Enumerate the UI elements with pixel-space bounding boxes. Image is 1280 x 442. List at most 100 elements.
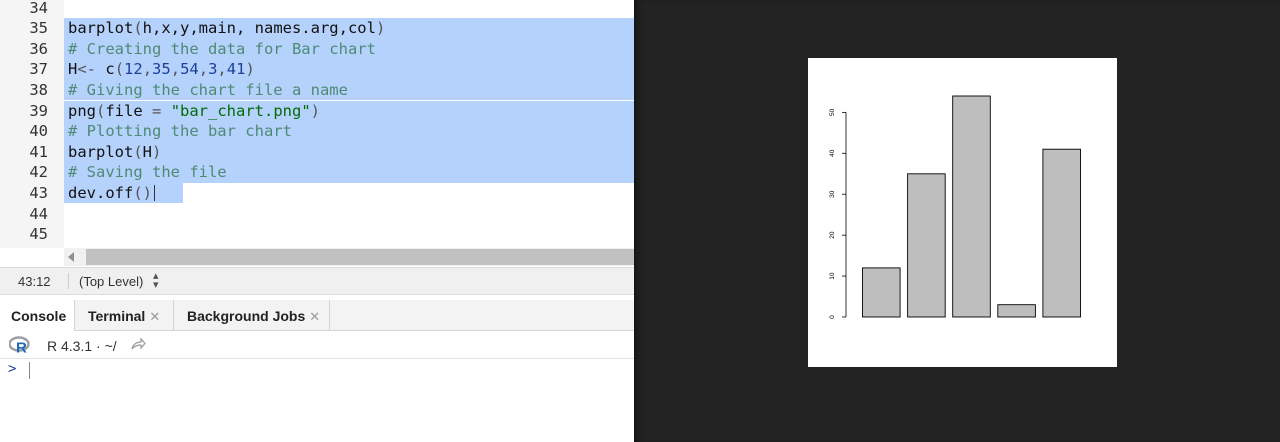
code-line[interactable]: 36 # Creating the data for Bar chart <box>0 38 634 60</box>
code-token: H <box>68 60 78 79</box>
y-tick-label: 20 <box>829 231 836 239</box>
code-text: # Plotting the bar chart <box>68 121 292 142</box>
code-token: # Saving the file <box>68 163 227 182</box>
code-line[interactable]: 37 H<- c(12,35,54,3,41) <box>0 59 634 80</box>
code-token: ( <box>96 101 106 120</box>
code-token: ( <box>133 19 143 38</box>
image-viewer: 0 10 20 30 40 50 <box>634 0 1280 442</box>
code-token: dev.off <box>68 183 134 202</box>
line-number: 39 <box>29 101 48 120</box>
code-token: # Giving the chart file a name <box>68 80 348 99</box>
text-cursor <box>154 185 155 202</box>
scroll-left-arrow-icon[interactable] <box>68 252 74 262</box>
code-token: , <box>142 60 153 79</box>
code-token: = <box>152 101 171 120</box>
code-token: 35 <box>152 60 171 79</box>
up-down-arrows-icon[interactable]: ▴ ▾ <box>153 271 159 291</box>
y-tick-label: 0 <box>829 315 836 319</box>
code-token: ) <box>310 101 321 120</box>
svg-text:R: R <box>16 340 27 355</box>
y-tick-label: 10 <box>829 272 836 280</box>
code-line[interactable]: 35 barplot(h,x,y,main, names.arg,col) <box>0 18 634 39</box>
code-token: ) <box>152 142 162 161</box>
code-line[interactable]: 38 # Giving the chart file a name <box>0 79 634 101</box>
close-icon[interactable]: ✕ <box>149 309 160 324</box>
console-prompt: > <box>8 361 17 377</box>
code-line[interactable]: 43 dev.off() <box>0 182 634 204</box>
code-token: , <box>170 60 181 79</box>
y-tick-label: 50 <box>829 108 836 116</box>
tab-background-jobs-label: Background Jobs <box>187 308 306 324</box>
code-line[interactable]: 40 # Plotting the bar chart <box>0 121 634 142</box>
code-token: , <box>198 60 209 79</box>
tab-terminal[interactable]: Terminal ✕ <box>76 300 174 330</box>
code-token: # Creating the data for Bar chart <box>68 39 376 58</box>
code-text: barplot(H) <box>68 142 161 163</box>
editor-status-bar: 43:12 (Top Level) ▴ ▾ <box>0 267 634 295</box>
console-caret <box>29 362 30 379</box>
bar <box>862 267 901 318</box>
line-number: 43 <box>29 183 48 202</box>
code-text: # Saving the file <box>68 162 227 183</box>
code-text: png(file = "bar_chart.png") <box>68 101 320 122</box>
r-version: R 4.3.1 <box>47 338 93 354</box>
code-token: ( <box>133 142 143 161</box>
code-line[interactable]: 39 png(file = "bar_chart.png") <box>0 100 634 122</box>
code-token: , <box>217 60 227 79</box>
tab-background-jobs[interactable]: Background Jobs ✕ <box>175 300 330 330</box>
close-icon[interactable]: ✕ <box>309 309 320 324</box>
console-output[interactable]: > <box>0 359 634 442</box>
code-token: h,x,y,main, names.arg,col <box>142 19 376 38</box>
code-token: ) <box>245 60 255 79</box>
code-line[interactable]: 42 # Saving the file <box>0 162 634 183</box>
r-logo-icon: R <box>9 336 30 355</box>
code-text: dev.off() <box>68 183 155 204</box>
code-line[interactable]: 45 <box>0 224 634 245</box>
code-token: file <box>105 101 153 120</box>
code-line[interactable]: 41 barplot(H) <box>0 141 634 163</box>
code-token: barplot <box>68 19 134 38</box>
code-line[interactable]: 34 <box>0 0 634 18</box>
working-directory[interactable]: ~/ <box>105 338 117 354</box>
code-token: "bar_chart.png" <box>170 101 311 120</box>
code-text: H<- c(12,35,54,3,41) <box>68 59 255 80</box>
code-token: 41 <box>226 60 246 79</box>
code-token: () <box>133 183 152 202</box>
code-text: barplot(h,x,y,main, names.arg,col) <box>68 18 385 39</box>
line-number: 38 <box>29 80 48 99</box>
bar-chart-image: 0 10 20 30 40 50 <box>808 58 1117 367</box>
console-header: R R 4.3.1 · ~/ <box>0 332 634 359</box>
code-token: 12 <box>124 60 143 79</box>
cursor-position: 43:12 <box>18 274 51 289</box>
bar <box>952 95 991 318</box>
line-number: 34 <box>29 0 48 17</box>
code-editor[interactable]: 34 35 barplot(h,x,y,main, names.arg,col) 36… <box>0 0 634 248</box>
bar <box>907 173 946 318</box>
horizontal-scrollbar[interactable] <box>64 248 634 266</box>
code-text: # Creating the data for Bar chart <box>68 39 376 60</box>
code-token: 54 <box>180 60 199 79</box>
code-token: ) <box>375 19 386 38</box>
y-tick-label: 40 <box>829 149 836 157</box>
code-token: png <box>68 101 96 120</box>
line-number: 40 <box>29 122 48 141</box>
separator-dot: · <box>96 338 101 354</box>
bar <box>997 304 1036 318</box>
scrollbar-thumb[interactable] <box>86 249 634 265</box>
line-number: 42 <box>29 163 48 182</box>
console-tab-bar: Console Terminal ✕ Background Jobs ✕ <box>0 300 634 331</box>
share-arrow-icon[interactable] <box>130 337 146 351</box>
line-number: 35 <box>29 19 48 38</box>
tab-console[interactable]: Console <box>0 300 75 331</box>
code-token: <- <box>77 60 106 79</box>
bar-chart: 0 10 20 30 40 50 <box>829 95 1081 319</box>
code-token: # Plotting the bar chart <box>68 122 292 141</box>
code-text: # Giving the chart file a name <box>68 80 348 101</box>
scope-selector[interactable]: (Top Level) <box>79 274 143 289</box>
status-divider <box>68 273 69 289</box>
r-version-info: R 4.3.1 · ~/ <box>47 338 117 354</box>
code-line[interactable]: 44 <box>0 204 634 225</box>
line-number: 45 <box>29 225 48 244</box>
line-number: 37 <box>29 60 48 79</box>
code-token: ( <box>114 60 125 79</box>
